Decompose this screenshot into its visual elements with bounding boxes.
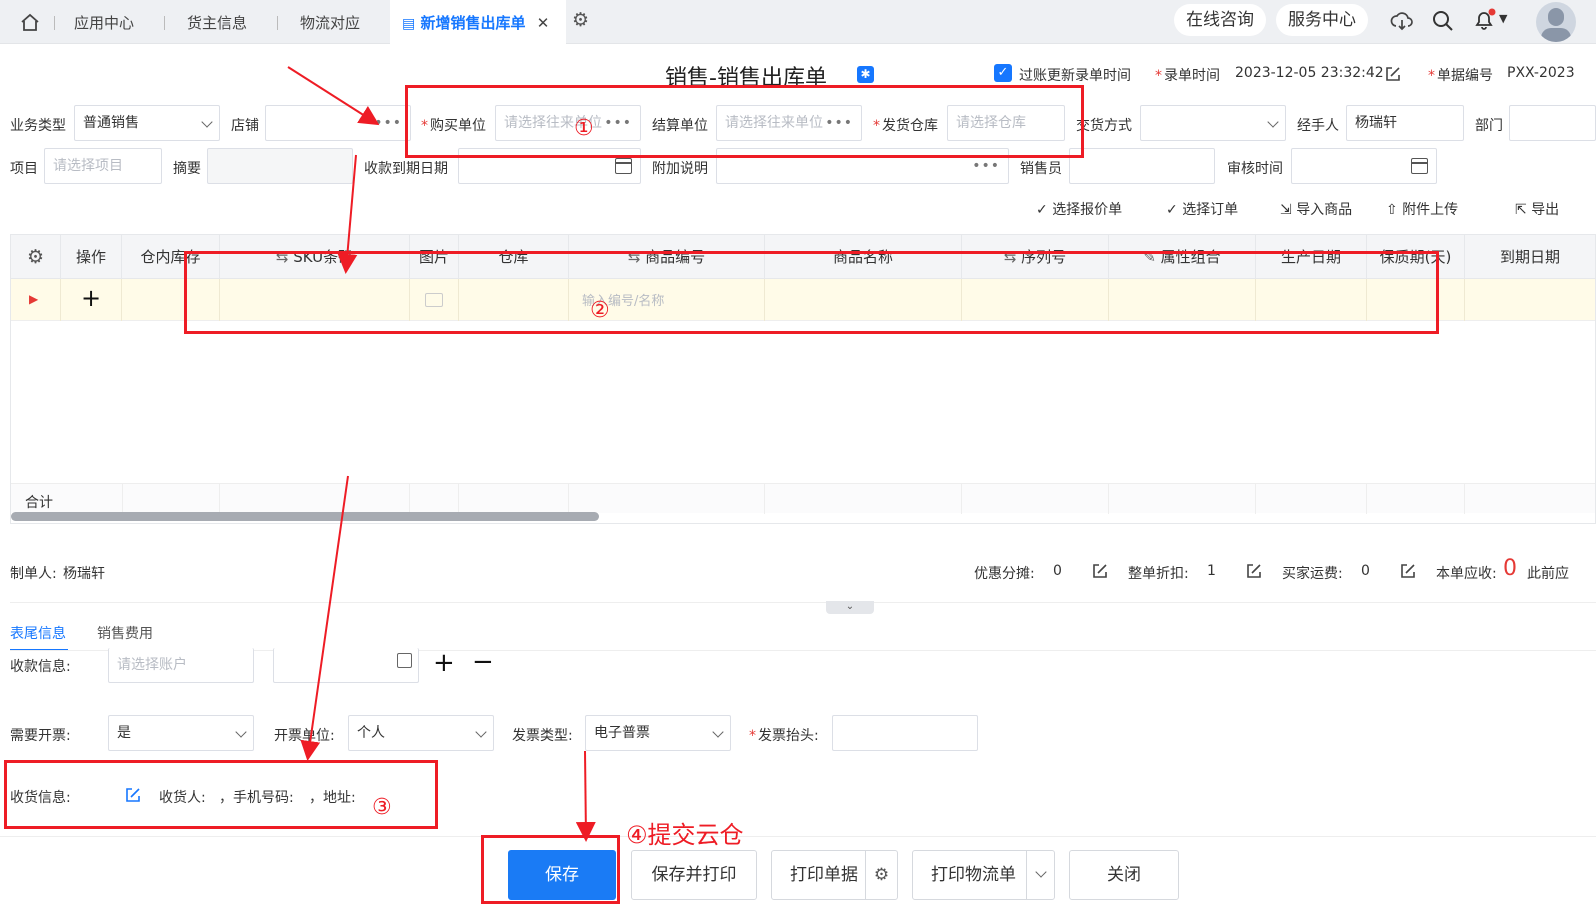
arrow-to-box-2 xyxy=(337,154,358,274)
arrow-to-box-1 xyxy=(287,66,380,126)
arrow-to-box-3 xyxy=(300,475,349,761)
annotation-arrows xyxy=(287,66,596,842)
app-root: 应用中心 货主信息 物流对应 ▤ 新增销售出库单 ✕ ⚙ 在线咨询 服务中心 ▼ xyxy=(0,0,1596,922)
arrow-to-box-4 xyxy=(575,750,596,842)
